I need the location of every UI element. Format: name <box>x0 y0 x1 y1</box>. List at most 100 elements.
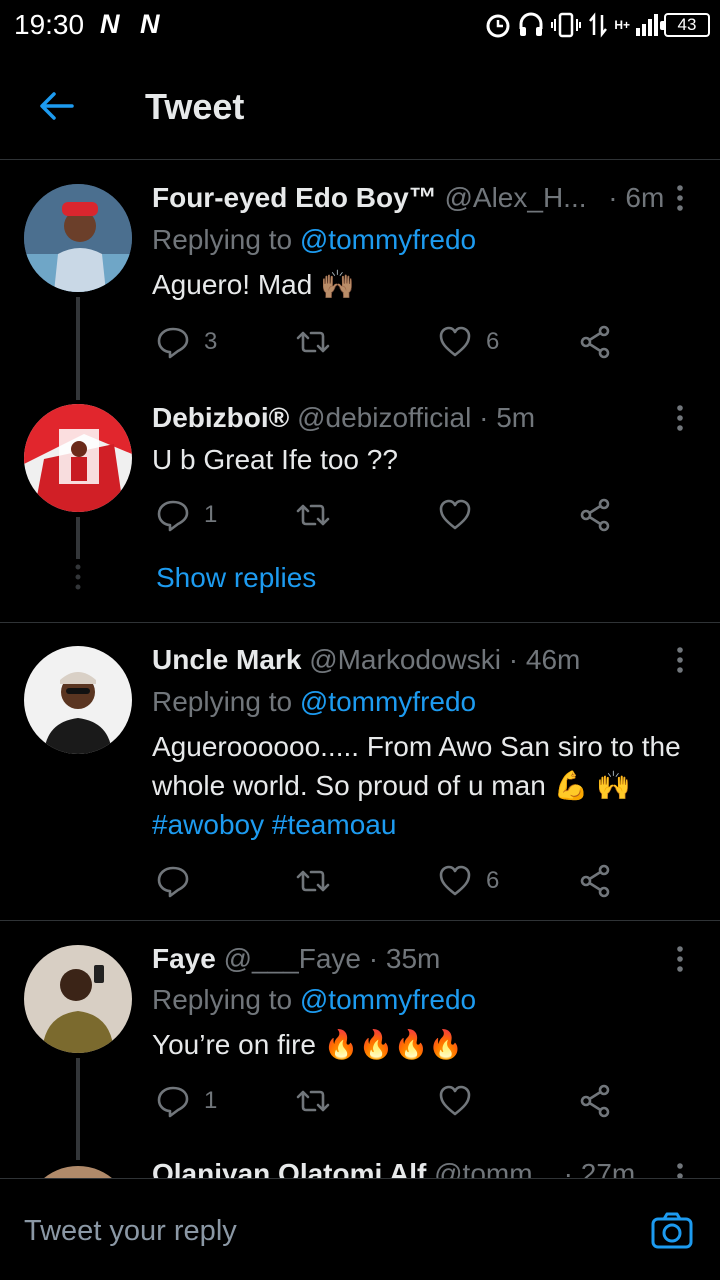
reply-button[interactable] <box>156 861 204 901</box>
retweet-icon <box>296 1090 330 1112</box>
tweet-header: Debizboi® @debizofficial · 5m <box>152 402 535 434</box>
network-type: H+ <box>614 18 630 32</box>
timestamp: · 5m <box>479 402 536 433</box>
handle[interactable]: @Alex_H... <box>444 182 586 213</box>
retweet-button[interactable] <box>296 1081 344 1121</box>
reply-count: 1 <box>204 501 218 528</box>
tweet-actions: 6 <box>152 861 622 901</box>
replying-to: Replying to @tommyfredo <box>152 984 476 1016</box>
timestamp: · 46m <box>508 644 581 675</box>
tweet-text: Aguero! Mad 🙌🏽 <box>152 269 355 300</box>
top-app-bar: Tweet <box>0 50 720 160</box>
thread-dots-icon <box>75 564 81 590</box>
avatar[interactable] <box>24 945 132 1053</box>
replying-prefix: Replying to <box>152 686 300 717</box>
hashtag-link[interactable]: #awoboy <box>152 809 264 840</box>
reply-icon <box>157 866 189 898</box>
status-bar: 19:30 N N H+ 43 <box>0 0 720 50</box>
reply-icon <box>157 500 189 532</box>
avatar[interactable] <box>24 646 132 754</box>
tweet-header: Four-eyed Edo Boy™ @Alex_H... · 6m <box>152 182 664 214</box>
reply-button[interactable]: 1 <box>156 1081 217 1121</box>
mention-link[interactable]: @tommyfredo <box>300 686 476 717</box>
more-options-icon[interactable] <box>668 182 692 214</box>
mention-link[interactable]: @tommyfredo <box>300 984 476 1015</box>
tweet-header: Faye @___Faye · 35m <box>152 943 440 975</box>
reply-count: 3 <box>204 328 218 355</box>
display-name[interactable]: Four-eyed Edo Boy™ <box>152 182 437 213</box>
replying-prefix: Replying to <box>152 224 300 255</box>
like-button[interactable] <box>438 1081 486 1121</box>
share-button[interactable] <box>578 1081 612 1121</box>
tweet-header: Uncle Mark @Markodowski · 46m <box>152 644 580 676</box>
handle[interactable]: @___Faye <box>224 943 361 974</box>
retweet-button[interactable] <box>296 322 344 362</box>
more-options-icon[interactable] <box>668 402 692 434</box>
share-button[interactable] <box>578 495 612 535</box>
share-icon <box>580 1084 610 1118</box>
notification-n-icon: N <box>100 9 120 39</box>
heart-icon <box>439 326 471 357</box>
status-time: 19:30 <box>14 9 85 40</box>
divider <box>0 622 720 623</box>
alarm-icon <box>486 14 510 38</box>
reply-icon <box>157 1086 189 1118</box>
thread-line <box>76 1058 80 1160</box>
reply-count: 1 <box>204 1087 218 1114</box>
data-transfer-icon <box>589 12 608 38</box>
back-arrow-icon[interactable] <box>36 86 76 126</box>
timestamp: · 6m <box>608 182 665 213</box>
like-count: 6 <box>486 328 500 355</box>
tweet-actions: 1 <box>152 495 622 535</box>
more-options-icon[interactable] <box>668 943 692 975</box>
retweet-icon <box>296 331 330 353</box>
camera-icon[interactable] <box>650 1209 694 1253</box>
heart-icon <box>439 1085 471 1116</box>
display-name[interactable]: Faye <box>152 943 216 974</box>
like-button[interactable]: 6 <box>438 861 499 901</box>
vibrate-icon <box>551 12 582 38</box>
mention-link[interactable]: @tommyfredo <box>300 224 476 255</box>
handle[interactable]: @debizofficial <box>297 402 471 433</box>
share-icon <box>580 864 610 898</box>
display-name[interactable]: Debizboi® <box>152 402 289 433</box>
retweet-button[interactable] <box>296 861 344 901</box>
thread-line <box>76 517 80 559</box>
avatar[interactable] <box>24 184 132 292</box>
reply-icon <box>157 327 189 359</box>
retweet-button[interactable] <box>296 495 344 535</box>
share-button[interactable] <box>578 322 612 362</box>
like-count: 6 <box>486 867 500 894</box>
reply-input[interactable]: Tweet your reply <box>24 1215 237 1248</box>
headset-icon <box>519 12 543 36</box>
handle[interactable]: @Markodowski <box>309 644 501 675</box>
show-replies-link[interactable]: Show replies <box>156 562 316 594</box>
signal-icon <box>636 14 658 36</box>
share-button[interactable] <box>578 861 612 901</box>
reply-button[interactable]: 3 <box>156 322 217 362</box>
replying-prefix: Replying to <box>152 984 300 1015</box>
share-icon <box>580 325 610 359</box>
share-icon <box>580 498 610 532</box>
notification-n-icon: N <box>140 9 160 39</box>
hashtag-link[interactable]: #teamoau <box>272 809 397 840</box>
page-title: Tweet <box>145 86 245 127</box>
avatar[interactable] <box>24 404 132 512</box>
battery-icon: 43 <box>660 13 710 37</box>
reply-composer: Tweet your reply <box>0 1178 720 1280</box>
like-button[interactable]: 6 <box>438 322 499 362</box>
tweet-actions: 3 6 <box>152 322 622 362</box>
status-icons: H+ 43 <box>484 10 710 40</box>
tweet-text: Agueroooooo..... From Awo San siro to th… <box>152 727 682 844</box>
tweet-actions: 1 <box>152 1081 622 1121</box>
more-options-icon[interactable] <box>668 644 692 676</box>
display-name[interactable]: Uncle Mark <box>152 644 301 675</box>
timestamp: · 35m <box>368 943 441 974</box>
heart-icon <box>439 865 471 896</box>
like-button[interactable] <box>438 495 486 535</box>
retweet-icon <box>296 504 330 526</box>
retweet-icon <box>296 870 330 892</box>
tweet-text: You’re on fire 🔥🔥🔥🔥 <box>152 1029 464 1060</box>
reply-button[interactable]: 1 <box>156 495 217 535</box>
divider <box>0 920 720 921</box>
